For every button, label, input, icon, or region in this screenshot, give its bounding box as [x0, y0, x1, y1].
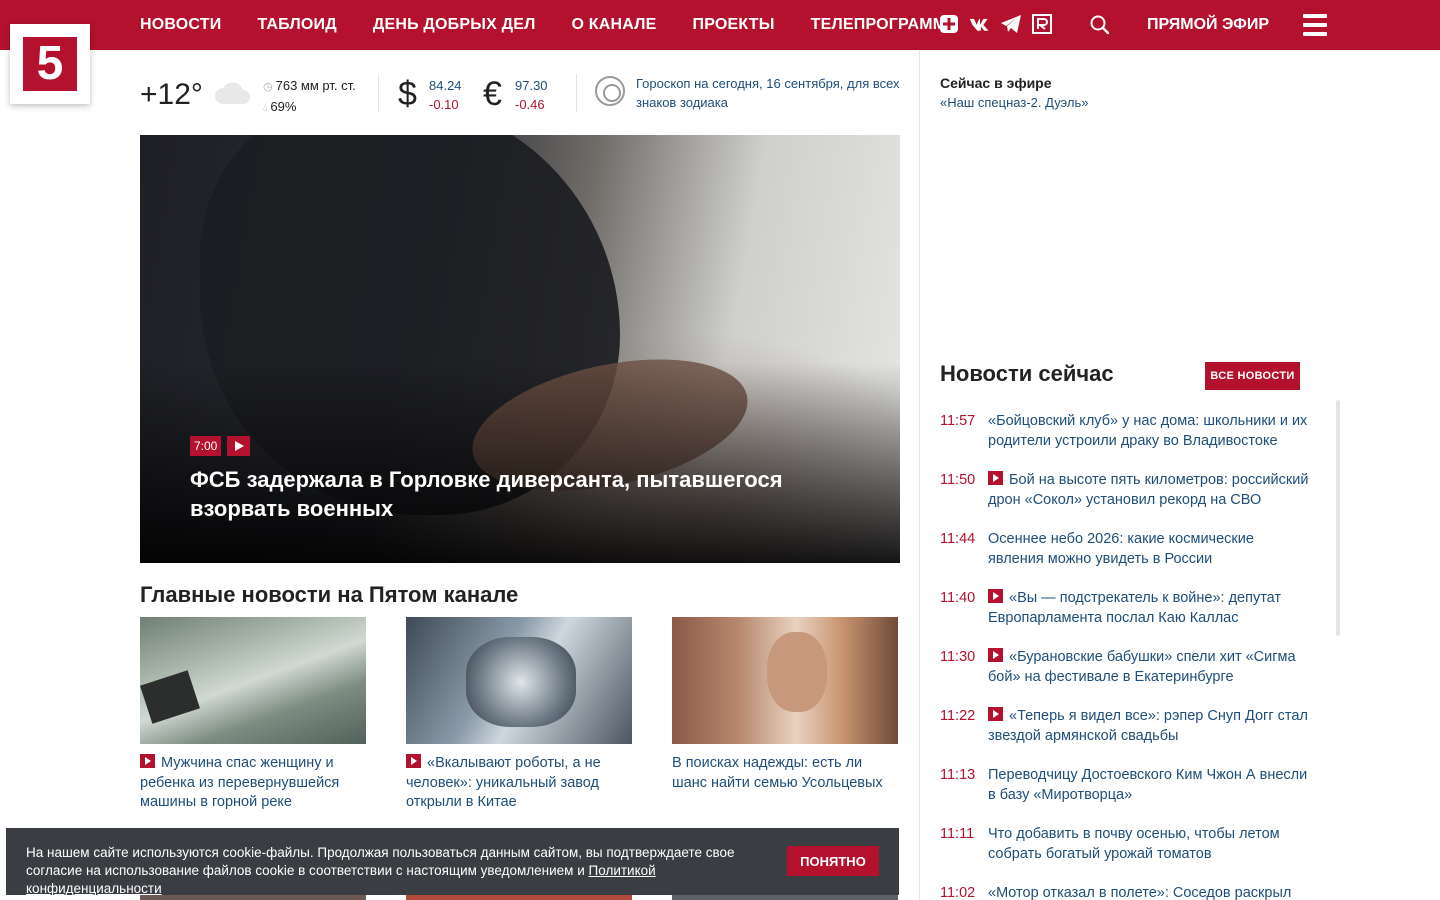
news-card-image[interactable] — [406, 617, 632, 744]
play-icon — [988, 707, 1003, 721]
on-air-show-link[interactable]: «Наш спецназ-2. Дуэль» — [940, 95, 1089, 110]
news-headline[interactable]: Что добавить в почву осенью, чтобы летом… — [988, 826, 1280, 862]
news-card-title[interactable]: «Вкалывают роботы, а не человек»: уникал… — [406, 755, 601, 810]
cookie-accept-button[interactable]: ПОНЯТНО — [787, 846, 879, 876]
play-icon[interactable] — [227, 436, 250, 456]
hero-gradient — [140, 363, 900, 563]
humidity-icon: 💧︎ — [263, 102, 268, 114]
play-icon — [406, 754, 421, 768]
usd-rate: 84.24 -0.10 — [429, 76, 462, 114]
nav-item-good-deeds[interactable]: ДЕНЬ ДОБРЫХ ДЕЛ — [373, 16, 536, 34]
news-time: 11:44 — [940, 531, 976, 547]
logo-mark: 5 — [23, 37, 77, 91]
list-item[interactable]: 11:44 Осеннее небо 2026: какие космическ… — [940, 528, 1320, 587]
list-item[interactable]: 11:13 Переводчицу Достоевского Ким Чжон … — [940, 764, 1320, 823]
nav-item-projects[interactable]: ПРОЕКТЫ — [693, 16, 775, 34]
news-card-title[interactable]: В поисках надежды: есть ли шанс найти се… — [672, 755, 883, 791]
humidity-value: 69% — [270, 99, 297, 114]
news-headline[interactable]: Бой на высоте пять километров: российски… — [988, 472, 1308, 508]
cloud-icon — [213, 80, 253, 111]
eur-value: 97.30 — [515, 78, 548, 93]
meteo-details: ◷ 763 мм рт. ст. 💧︎ 69% — [263, 76, 356, 118]
usd-delta: -0.10 — [429, 97, 459, 112]
vk-icon[interactable] — [969, 13, 991, 35]
play-icon — [140, 754, 155, 768]
plus-square-icon[interactable] — [938, 13, 960, 35]
hero-title[interactable]: ФСБ задержала в Горловке диверсанта, пыт… — [190, 465, 810, 523]
play-icon — [988, 648, 1003, 662]
list-item[interactable]: 11:40 «Вы — подстрекатель к войне»: депу… — [940, 587, 1320, 646]
list-item[interactable]: 11:22 «Теперь я видел все»: рэпер Снуп Д… — [940, 705, 1320, 764]
news-headline[interactable]: «Бурановские бабушки» спели хит «Сигма б… — [988, 649, 1296, 685]
news-card[interactable]: Мужчина спас женщину и ребенка из переве… — [140, 617, 366, 813]
news-card-image[interactable] — [140, 617, 366, 744]
search-icon[interactable] — [1089, 14, 1111, 36]
cookie-banner: На нашем сайте используются cookie-файлы… — [6, 828, 899, 898]
rutube-icon[interactable] — [1031, 13, 1053, 35]
temperature: +12° — [140, 78, 203, 111]
social-links — [938, 13, 1053, 35]
eur-rate: 97.30 -0.46 — [515, 76, 548, 114]
column-divider — [919, 50, 920, 900]
news-card[interactable]: В поисках надежды: есть ли шанс найти се… — [672, 617, 898, 793]
menu-icon[interactable] — [1303, 14, 1327, 36]
nav-item-tabloid[interactable]: ТАБЛОИД — [257, 16, 336, 34]
hero-news-card[interactable]: 7:00 ФСБ задержала в Горловке диверсанта… — [140, 135, 900, 563]
news-time: 11:57 — [940, 413, 976, 429]
news-now-heading: Новости сейчас — [940, 361, 1114, 386]
telegram-icon[interactable] — [1000, 13, 1022, 35]
list-item[interactable]: 11:50 Бой на высоте пять километров: рос… — [940, 469, 1320, 528]
list-item[interactable]: 11:02 «Мотор отказал в полете»: Соседов … — [940, 882, 1320, 900]
news-headline[interactable]: Переводчицу Достоевского Ким Чжон А внес… — [988, 767, 1307, 803]
play-icon — [988, 471, 1003, 485]
news-card-image[interactable] — [672, 617, 898, 744]
main-news-heading: Главные новости на Пятом канале — [140, 582, 519, 607]
nav-item-tv-guide[interactable]: ТЕЛЕПРОГРАММА — [811, 16, 958, 34]
news-time: 11:50 — [940, 472, 976, 488]
dollar-icon: $ — [398, 75, 417, 113]
zodiac-icon — [595, 76, 625, 106]
news-time: 11:40 — [940, 590, 976, 606]
main-nav: НОВОСТИ ТАБЛОИД ДЕНЬ ДОБРЫХ ДЕЛ О КАНАЛЕ… — [140, 0, 958, 50]
horoscope-link[interactable]: Гороскоп на сегодня, 16 сентября, для вс… — [636, 74, 904, 112]
nav-item-news[interactable]: НОВОСТИ — [140, 16, 221, 34]
news-time: 11:13 — [940, 767, 976, 783]
cookie-message: На нашем сайте используются cookie-файлы… — [26, 844, 786, 898]
list-item[interactable]: 11:57 «Бойцовский клуб» у нас дома: школ… — [940, 410, 1320, 469]
usd-value: 84.24 — [429, 78, 462, 93]
divider — [378, 74, 379, 112]
news-headline[interactable]: «Теперь я видел все»: рэпер Снуп Догг ст… — [988, 708, 1308, 744]
news-card-title[interactable]: Мужчина спас женщину и ребенка из переве… — [140, 755, 339, 810]
news-headline[interactable]: «Мотор отказал в полете»: Соседов раскры… — [988, 885, 1291, 900]
pressure-value: 763 мм рт. ст. — [275, 78, 356, 93]
news-time: 11:30 — [940, 649, 976, 665]
play-icon — [988, 589, 1003, 603]
news-now-list: 11:57 «Бойцовский клуб» у нас дома: школ… — [940, 410, 1320, 900]
news-time: 11:22 — [940, 708, 976, 724]
all-news-button[interactable]: ВСЕ НОВОСТИ — [1205, 362, 1300, 390]
news-list-scrollbar[interactable] — [1336, 400, 1340, 636]
list-item[interactable]: 11:11 Что добавить в почву осенью, чтобы… — [940, 823, 1320, 882]
top-navigation-bar: НОВОСТИ ТАБЛОИД ДЕНЬ ДОБРЫХ ДЕЛ О КАНАЛЕ… — [0, 0, 1440, 50]
news-headline[interactable]: Осеннее небо 2026: какие космические явл… — [988, 531, 1254, 567]
live-broadcast-link[interactable]: ПРЯМОЙ ЭФИР — [1147, 16, 1269, 34]
news-headline[interactable]: «Вы — подстрекатель к войне»: депутат Ев… — [988, 590, 1281, 626]
news-headline[interactable]: «Бойцовский клуб» у нас дома: школьники … — [988, 413, 1307, 449]
pressure-icon: ◷ — [263, 81, 273, 93]
on-air-label: Сейчас в эфире — [940, 75, 1052, 91]
news-time: 11:11 — [940, 826, 975, 842]
news-card[interactable]: «Вкалывают роботы, а не человек»: уникал… — [406, 617, 632, 813]
divider — [576, 74, 577, 112]
channel-logo[interactable]: 5 — [10, 24, 90, 104]
eur-delta: -0.46 — [515, 97, 545, 112]
list-item[interactable]: 11:30 «Бурановские бабушки» спели хит «С… — [940, 646, 1320, 705]
info-strip: +12° ◷ 763 мм рт. ст. 💧︎ 69% $ 84.24 -0.10… — [140, 70, 900, 116]
video-duration-badge: 7:00 — [190, 436, 222, 456]
news-time: 11:02 — [940, 885, 976, 900]
euro-icon: € — [483, 75, 502, 113]
nav-item-about[interactable]: О КАНАЛЕ — [572, 16, 657, 34]
